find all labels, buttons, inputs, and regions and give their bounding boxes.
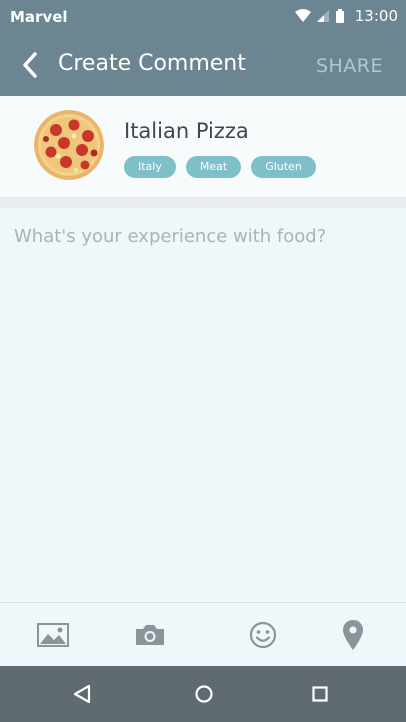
emoji-button[interactable]	[245, 617, 281, 653]
camera-button[interactable]	[132, 617, 168, 653]
nav-home-button[interactable]	[190, 680, 218, 708]
add-image-button[interactable]	[35, 617, 71, 653]
page-title: Create Comment	[58, 51, 246, 76]
section-divider	[0, 198, 406, 208]
image-icon	[37, 623, 69, 647]
camera-icon	[136, 625, 164, 645]
comment-input[interactable]	[14, 226, 394, 586]
comment-area	[0, 208, 406, 602]
location-pin-icon	[343, 620, 363, 650]
signal-icon	[316, 10, 329, 22]
wifi-icon	[294, 9, 311, 22]
emoji-icon	[249, 621, 277, 649]
attachment-toolbar	[0, 602, 406, 666]
back-triangle-icon	[73, 684, 91, 704]
recents-square-icon	[312, 686, 328, 702]
share-button[interactable]: SHARE	[316, 55, 383, 77]
status-bar: Marvel 13:00	[0, 0, 406, 34]
tag-gluten[interactable]: Gluten	[251, 156, 316, 178]
nav-back-button[interactable]	[68, 680, 96, 708]
tag-italy[interactable]: Italy	[124, 156, 176, 178]
food-avatar	[34, 110, 104, 180]
chevron-left-icon	[23, 52, 37, 78]
food-card: Italian Pizza Italy Meat Gluten	[0, 96, 406, 198]
battery-icon	[335, 9, 344, 23]
back-button[interactable]	[16, 50, 46, 80]
pizza-image	[34, 110, 104, 180]
app-bar: Create Comment SHARE	[0, 34, 406, 96]
status-time: 13:00	[354, 7, 398, 25]
food-name: Italian Pizza	[124, 119, 249, 143]
location-button[interactable]	[335, 617, 371, 653]
tag-meat[interactable]: Meat	[185, 156, 242, 178]
nav-recents-button[interactable]	[306, 680, 334, 708]
tag-list: Italy Meat Gluten	[124, 156, 316, 178]
carrier-name: Marvel	[10, 8, 68, 26]
home-circle-icon	[195, 685, 213, 703]
status-icons: 13:00	[294, 7, 398, 25]
system-nav-bar	[0, 666, 406, 722]
